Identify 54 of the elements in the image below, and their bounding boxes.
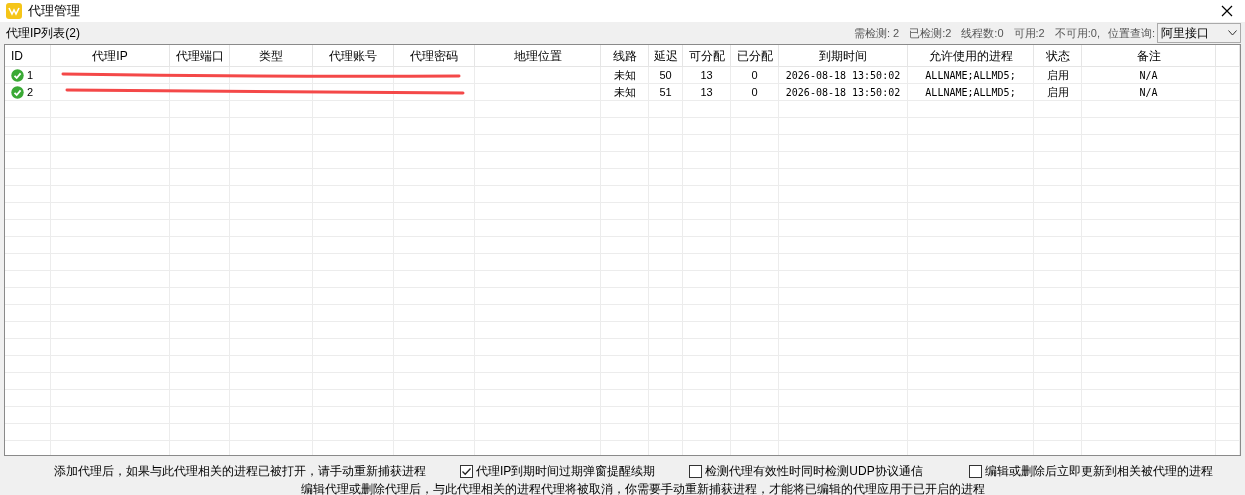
column-header[interactable]: ID bbox=[11, 46, 23, 65]
stat-text: 不可用:0, bbox=[1054, 25, 1100, 41]
column-header[interactable]: 类型 bbox=[259, 46, 283, 65]
column-header[interactable]: 备注 bbox=[1136, 46, 1161, 65]
column-header[interactable]: 代理IP bbox=[92, 46, 128, 65]
column-header[interactable]: 允许使用的进程 bbox=[928, 46, 1013, 65]
stat-text: 已检测:2 bbox=[909, 25, 952, 41]
table-cell-text: 0 bbox=[751, 84, 758, 100]
close-icon[interactable] bbox=[1221, 5, 1233, 17]
table-cell-text: 启用 bbox=[1046, 84, 1069, 100]
column-header[interactable]: 状态 bbox=[1045, 46, 1070, 65]
option-checkbox[interactable]: 编辑或删除后立即更新到相关被代理的进程 bbox=[968, 462, 1213, 480]
footer-notice: 编辑代理或删除代理后，与此代理相关的进程代理将被取消，你需要手动重新捕获进程，才能将已编辑的代理应用于已开启的进程 bbox=[300, 482, 985, 495]
checkbox-icon[interactable] bbox=[460, 464, 473, 478]
stat-text: 需检测: 2 bbox=[853, 25, 900, 41]
table-cell-text: 13 bbox=[700, 67, 713, 83]
table-cell-text: 51 bbox=[659, 84, 672, 100]
table-cell-text: 启用 bbox=[1046, 67, 1069, 83]
checkbox-icon[interactable] bbox=[689, 464, 703, 478]
column-header[interactable]: 已分配 bbox=[736, 46, 773, 65]
column-header[interactable]: 可分配 bbox=[688, 46, 725, 65]
caret-icon bbox=[1228, 30, 1237, 36]
table-cell-text: ALLNAME;ALLMD5; bbox=[925, 68, 1016, 83]
location-query-label: 位置查询: bbox=[1107, 25, 1155, 41]
stat-text: 线程数:0 bbox=[961, 25, 1004, 41]
table-cell-text: 50 bbox=[659, 67, 672, 83]
stat-text: 可用:2 bbox=[1013, 25, 1045, 41]
table-cell-text: 0 bbox=[751, 67, 758, 83]
table-cell-text: ALLNAME;ALLMD5; bbox=[925, 85, 1016, 100]
option-checkbox[interactable]: 检测代理有效性时同时检测UDP协议通信 bbox=[689, 462, 923, 480]
notice-text: 添加代理后，如果与此代理相关的进程已被打开，请手动重新捕获进程 bbox=[54, 463, 426, 480]
list-title: 代理IP列表(2) bbox=[6, 25, 80, 42]
table-cell-text: 2026-08-18 13:50:02 bbox=[785, 68, 901, 83]
location-query-dropdown[interactable]: 阿里接口 bbox=[1157, 23, 1241, 43]
table-cell-text: N/A bbox=[1139, 68, 1158, 83]
app-logo-icon bbox=[6, 3, 22, 19]
column-header[interactable]: 代理密码 bbox=[410, 46, 458, 65]
table-cell-text: N/A bbox=[1139, 85, 1158, 100]
table-cell-text: 2 bbox=[27, 84, 34, 100]
column-header[interactable]: 代理端口 bbox=[175, 46, 224, 65]
table-cell-text: 1 bbox=[27, 67, 34, 83]
table-cell-text: 2026-08-18 13:50:02 bbox=[785, 85, 901, 100]
table-cell-text: 未知 bbox=[613, 84, 636, 100]
column-header[interactable]: 地理位置 bbox=[513, 46, 562, 65]
window-title: 代理管理 bbox=[28, 2, 80, 21]
option-checkbox[interactable]: 代理IP到期时间过期弹窗提醒续期 bbox=[460, 462, 656, 480]
column-header[interactable]: 线路 bbox=[612, 46, 637, 65]
checkbox-icon[interactable] bbox=[968, 464, 982, 478]
dropdown-value: 阿里接口 bbox=[1161, 25, 1209, 42]
table-cell-text: 13 bbox=[700, 84, 713, 100]
column-header[interactable]: 代理账号 bbox=[329, 46, 377, 65]
column-header[interactable]: 延迟 bbox=[653, 46, 678, 65]
column-header[interactable]: 到期时间 bbox=[819, 46, 867, 65]
table-cell-text: 未知 bbox=[613, 67, 636, 83]
